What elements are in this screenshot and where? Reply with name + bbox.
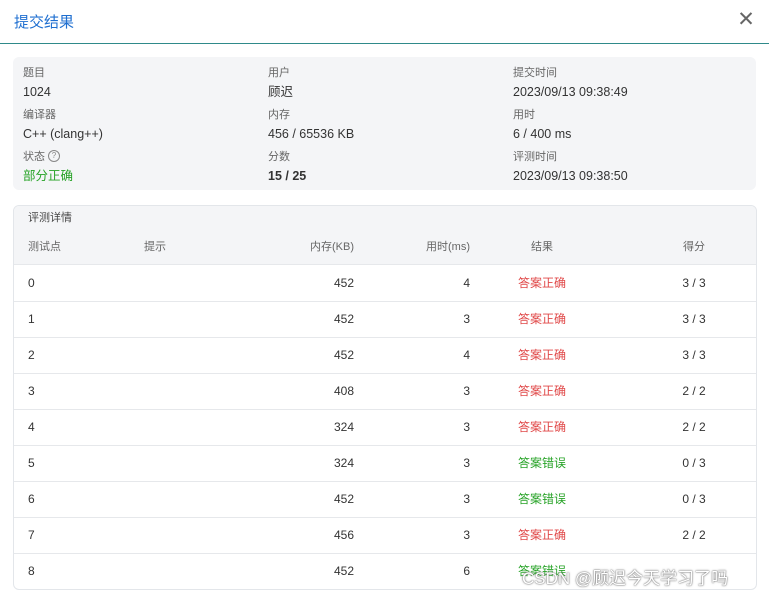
testcase-memory: 324 <box>333 456 354 470</box>
testcase-time: 3 <box>463 384 470 398</box>
testcase-time: 3 <box>463 492 470 506</box>
testcase-id: 3 <box>28 384 35 398</box>
testcase-memory: 452 <box>333 312 354 326</box>
testcase-result: 答案错误 <box>517 456 566 470</box>
testcase-result: 答案正确 <box>517 384 566 398</box>
testcase-result: 答案正确 <box>517 312 566 326</box>
judge-time-field: 评测时间 2023/09/13 09:38:50 <box>513 150 753 184</box>
testcase-id: 1 <box>28 312 35 326</box>
testcase-memory: 452 <box>333 276 354 290</box>
table-row: 3 408 3 答案正确 2 / 2 <box>14 373 756 410</box>
time-label: 用时 <box>513 109 535 121</box>
testcase-memory: 452 <box>333 564 354 578</box>
memory-label: 内存 <box>268 109 290 121</box>
column-header-memory: 内存(KB) <box>310 241 354 253</box>
table-row: 7 456 3 答案正确 2 / 2 <box>14 517 756 554</box>
testcase-time: 4 <box>463 276 470 290</box>
summary-panel: 题目 1024 用户 顾迟 提交时间 2023/09/13 09:38:49 编… <box>13 57 756 190</box>
table-header: 测试点 提示 内存(KB) 用时(ms) 结果 得分 <box>14 230 756 265</box>
status-value: 部分正确 <box>23 169 74 183</box>
testcase-result: 答案正确 <box>517 348 566 362</box>
table-row: 5 324 3 答案错误 0 / 3 <box>14 445 756 482</box>
details-title: 评测详情 <box>14 206 756 230</box>
time-field: 用时 6 / 400 ms <box>513 108 753 142</box>
testcase-score: 2 / 2 <box>682 528 706 542</box>
user-value: 顾迟 <box>268 85 294 99</box>
submit-time-value: 2023/09/13 09:38:49 <box>513 85 628 99</box>
testcase-score: 0 / 3 <box>682 456 706 470</box>
compiler-value: C++ (clang++) <box>23 127 103 141</box>
testcase-id: 2 <box>28 348 35 362</box>
table-row: 2 452 4 答案正确 3 / 3 <box>14 337 756 374</box>
judge-time-label: 评测时间 <box>513 151 557 163</box>
table-row: 1 452 3 答案正确 3 / 3 <box>14 301 756 338</box>
close-icon[interactable]: ✕ <box>735 9 757 31</box>
table-row: 6 452 3 答案错误 0 / 3 <box>14 481 756 518</box>
testcase-time: 3 <box>463 528 470 542</box>
testcase-result: 答案正确 <box>517 420 566 434</box>
submission-result-dialog: 提交结果 ✕ 题目 1024 用户 顾迟 提交时间 2023/09/13 09:… <box>0 0 769 595</box>
compiler-label: 编译器 <box>23 109 56 121</box>
help-icon[interactable]: ? <box>48 150 60 163</box>
column-header-time: 用时(ms) <box>426 241 470 253</box>
column-header-id: 测试点 <box>28 241 61 253</box>
dialog-title: 提交结果 <box>14 14 75 31</box>
testcase-id: 6 <box>28 492 35 506</box>
problem-value: 1024 <box>23 85 51 99</box>
submit-time-label: 提交时间 <box>513 67 557 79</box>
dialog-header: 提交结果 ✕ <box>0 0 769 44</box>
judge-details-panel: 评测详情 测试点 提示 内存(KB) 用时(ms) 结果 得分 0 452 4 答案正… <box>13 205 757 590</box>
testcase-time: 3 <box>463 312 470 326</box>
submit-time-field: 提交时间 2023/09/13 09:38:49 <box>513 66 753 100</box>
status-label-row: 状态? <box>23 150 263 164</box>
testcase-memory: 324 <box>333 420 354 434</box>
testcase-score: 2 / 2 <box>682 384 706 398</box>
testcase-id: 7 <box>28 528 35 542</box>
table-row: 0 452 4 答案正确 3 / 3 <box>14 265 756 302</box>
testcase-time: 4 <box>463 348 470 362</box>
problem-field: 题目 1024 <box>23 66 263 100</box>
column-header-score: 得分 <box>683 241 705 253</box>
testcase-memory: 456 <box>333 528 354 542</box>
judge-time-value: 2023/09/13 09:38:50 <box>513 169 628 183</box>
testcase-id: 8 <box>28 564 35 578</box>
testcase-time: 3 <box>463 456 470 470</box>
testcase-score: 0 / 3 <box>682 492 706 506</box>
testcase-memory: 408 <box>333 384 354 398</box>
problem-label: 题目 <box>23 67 45 79</box>
testcase-id: 0 <box>28 276 35 290</box>
testcase-result: 答案错误 <box>517 492 566 506</box>
score-value: 15 / 25 <box>268 169 307 183</box>
testcase-score: 2 / 2 <box>682 420 706 434</box>
testcase-time: 3 <box>463 420 470 434</box>
score-field: 分数 15 / 25 <box>268 150 508 184</box>
time-value: 6 / 400 ms <box>513 127 572 141</box>
status-field: 状态? 部分正确 <box>23 150 263 184</box>
watermark: CSDN @顾迟今天学习了吗 <box>522 569 729 588</box>
testcase-result: 答案正确 <box>517 528 566 542</box>
testcase-memory: 452 <box>333 348 354 362</box>
memory-field: 内存 456 / 65536 KB <box>268 108 508 142</box>
status-label: 状态 <box>23 151 45 163</box>
memory-value: 456 / 65536 KB <box>268 127 355 141</box>
column-header-hint: 提示 <box>144 241 166 253</box>
testcase-time: 6 <box>463 564 470 578</box>
testcase-score: 3 / 3 <box>682 348 706 362</box>
compiler-field: 编译器 C++ (clang++) <box>23 108 263 142</box>
testcase-score: 3 / 3 <box>682 312 706 326</box>
testcase-score: 3 / 3 <box>682 276 706 290</box>
testcase-id: 5 <box>28 456 35 470</box>
column-header-result: 结果 <box>531 241 553 253</box>
testcase-id: 4 <box>28 420 35 434</box>
user-field: 用户 顾迟 <box>268 66 508 100</box>
testcase-memory: 452 <box>333 492 354 506</box>
user-label: 用户 <box>268 67 290 79</box>
table-row: 4 324 3 答案正确 2 / 2 <box>14 409 756 446</box>
score-label: 分数 <box>268 151 290 163</box>
testcase-result: 答案正确 <box>517 276 566 290</box>
